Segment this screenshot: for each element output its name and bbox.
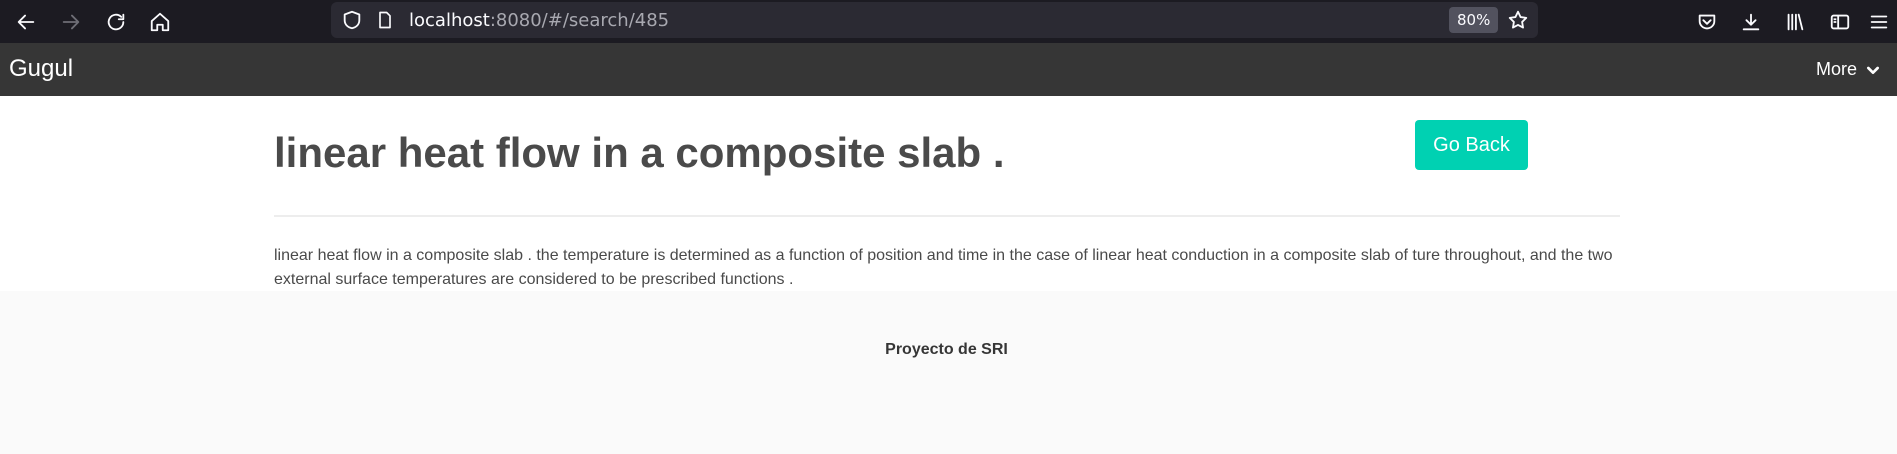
download-icon[interactable]	[1734, 5, 1768, 39]
sidebar-icon[interactable]	[1823, 5, 1857, 39]
reload-icon[interactable]	[99, 5, 133, 39]
home-icon[interactable]	[143, 5, 177, 39]
more-label: More	[1815, 59, 1857, 79]
url-path: :8080/#/search/485	[489, 10, 670, 31]
footer-text: Proyecto de SRI	[885, 341, 1008, 358]
forward-arrow-icon[interactable]	[54, 5, 88, 39]
page-title: linear heat flow in a composite slab .	[274, 129, 1005, 176]
more-menu[interactable]: More	[1816, 59, 1881, 80]
back-arrow-icon[interactable]	[9, 5, 43, 39]
url-host: localhost	[409, 10, 490, 31]
document-body: linear heat flow in a composite slab . t…	[274, 247, 1613, 288]
pocket-icon[interactable]	[1690, 5, 1724, 39]
app-navbar: Gugul More	[0, 43, 1897, 96]
brand-logo[interactable]: Gugul	[9, 55, 73, 83]
menu-icon[interactable]	[1862, 5, 1896, 39]
star-icon[interactable]	[1507, 9, 1529, 31]
url-text[interactable]: localhost:8080/#/search/485	[409, 10, 669, 31]
divider	[274, 215, 1620, 217]
document-section: linear heat flow in a composite slab . G…	[0, 96, 1897, 291]
url-bar[interactable]: localhost:8080/#/search/485 80%	[331, 2, 1538, 38]
chevron-down-icon	[1867, 66, 1879, 74]
go-back-button[interactable]: Go Back	[1415, 120, 1528, 170]
browser-toolbar: localhost:8080/#/search/485 80%	[0, 0, 1897, 43]
zoom-level[interactable]: 80%	[1449, 7, 1499, 33]
library-icon[interactable]	[1778, 5, 1812, 39]
page-icon[interactable]	[374, 9, 396, 31]
shield-icon[interactable]	[341, 9, 363, 31]
